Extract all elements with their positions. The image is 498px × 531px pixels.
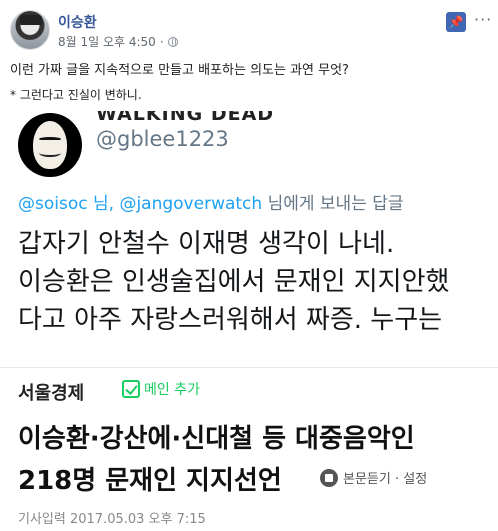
tweet-handle: @gblee1223 xyxy=(96,127,229,151)
article-dateline: 기사입력 2017.05.03 오후 7:15 xyxy=(18,512,206,527)
post-text: 이런 가짜 글을 지속적으로 만들고 배포하는 의도는 과연 무엇? xyxy=(10,63,349,78)
add-to-main-button: 메인 추가 xyxy=(122,379,200,399)
author-name[interactable]: 이승환 xyxy=(58,12,97,32)
post-meta: 8월 1일 오후 4:50 · xyxy=(58,33,178,50)
tweet-display-name: WALKING DEAD xyxy=(96,111,275,125)
mention-separator: 님, xyxy=(87,194,120,214)
tweet-body: 갑자기 안철수 이재명 생각이 나네. 이승환은 인생술집에서 문재인 지지안했… xyxy=(18,225,488,339)
post-timestamp[interactable]: 8월 1일 오후 4:50 xyxy=(58,33,156,50)
tweet-line: 이승환은 인생술집에서 문재인 지지안했 xyxy=(18,267,450,297)
more-options-icon[interactable]: ··· xyxy=(474,10,492,29)
globe-icon[interactable] xyxy=(167,36,178,47)
post-text-secondary: * 그런다고 진실이 변하니. xyxy=(10,88,142,102)
tweet-card: WALKING DEAD @gblee1223 @soisoc 님, @jang… xyxy=(0,111,498,366)
mention-1: @soisoc xyxy=(18,194,88,214)
listen-settings: 본문듣기 · 설정 xyxy=(320,468,427,487)
tweet-line: 갑자기 안철수 이재명 생각이 나네. xyxy=(18,229,395,259)
check-icon xyxy=(122,380,140,398)
reply-suffix: 님에게 보내는 답글 xyxy=(262,194,404,214)
author-avatar[interactable] xyxy=(10,10,50,50)
mention-2: @jangoverwatch xyxy=(119,194,263,214)
pin-icon[interactable]: 📌 xyxy=(446,12,466,32)
speaker-icon xyxy=(320,468,338,487)
news-headline-line1: 이승환·강산에·신대철 등 대중음악인 xyxy=(18,424,415,454)
post-header: 이승환 8월 1일 오후 4:50 · 📌 ··· xyxy=(0,0,498,60)
news-card: 서울경제 메인 추가 이승환·강산에·신대철 등 대중음악인 218명 문재인 … xyxy=(0,367,498,531)
tweet-reply-to: @soisoc 님, @jangoverwatch 님에게 보내는 답글 xyxy=(18,189,404,214)
newspaper-name: 서울경제 xyxy=(18,383,85,404)
add-to-main-label: 메인 추가 xyxy=(144,382,200,398)
tweet-line: 다고 아주 자랑스러워해서 짜증. 누구는 xyxy=(18,305,443,335)
news-headline-line2: 218명 문재인 지지선언 xyxy=(18,466,282,496)
attached-screenshot[interactable]: WALKING DEAD @gblee1223 @soisoc 님, @jang… xyxy=(0,111,498,531)
meta-separator: · xyxy=(159,34,164,49)
listen-label: 본문듣기 · 설정 xyxy=(343,472,428,487)
tweet-avatar xyxy=(18,113,82,177)
